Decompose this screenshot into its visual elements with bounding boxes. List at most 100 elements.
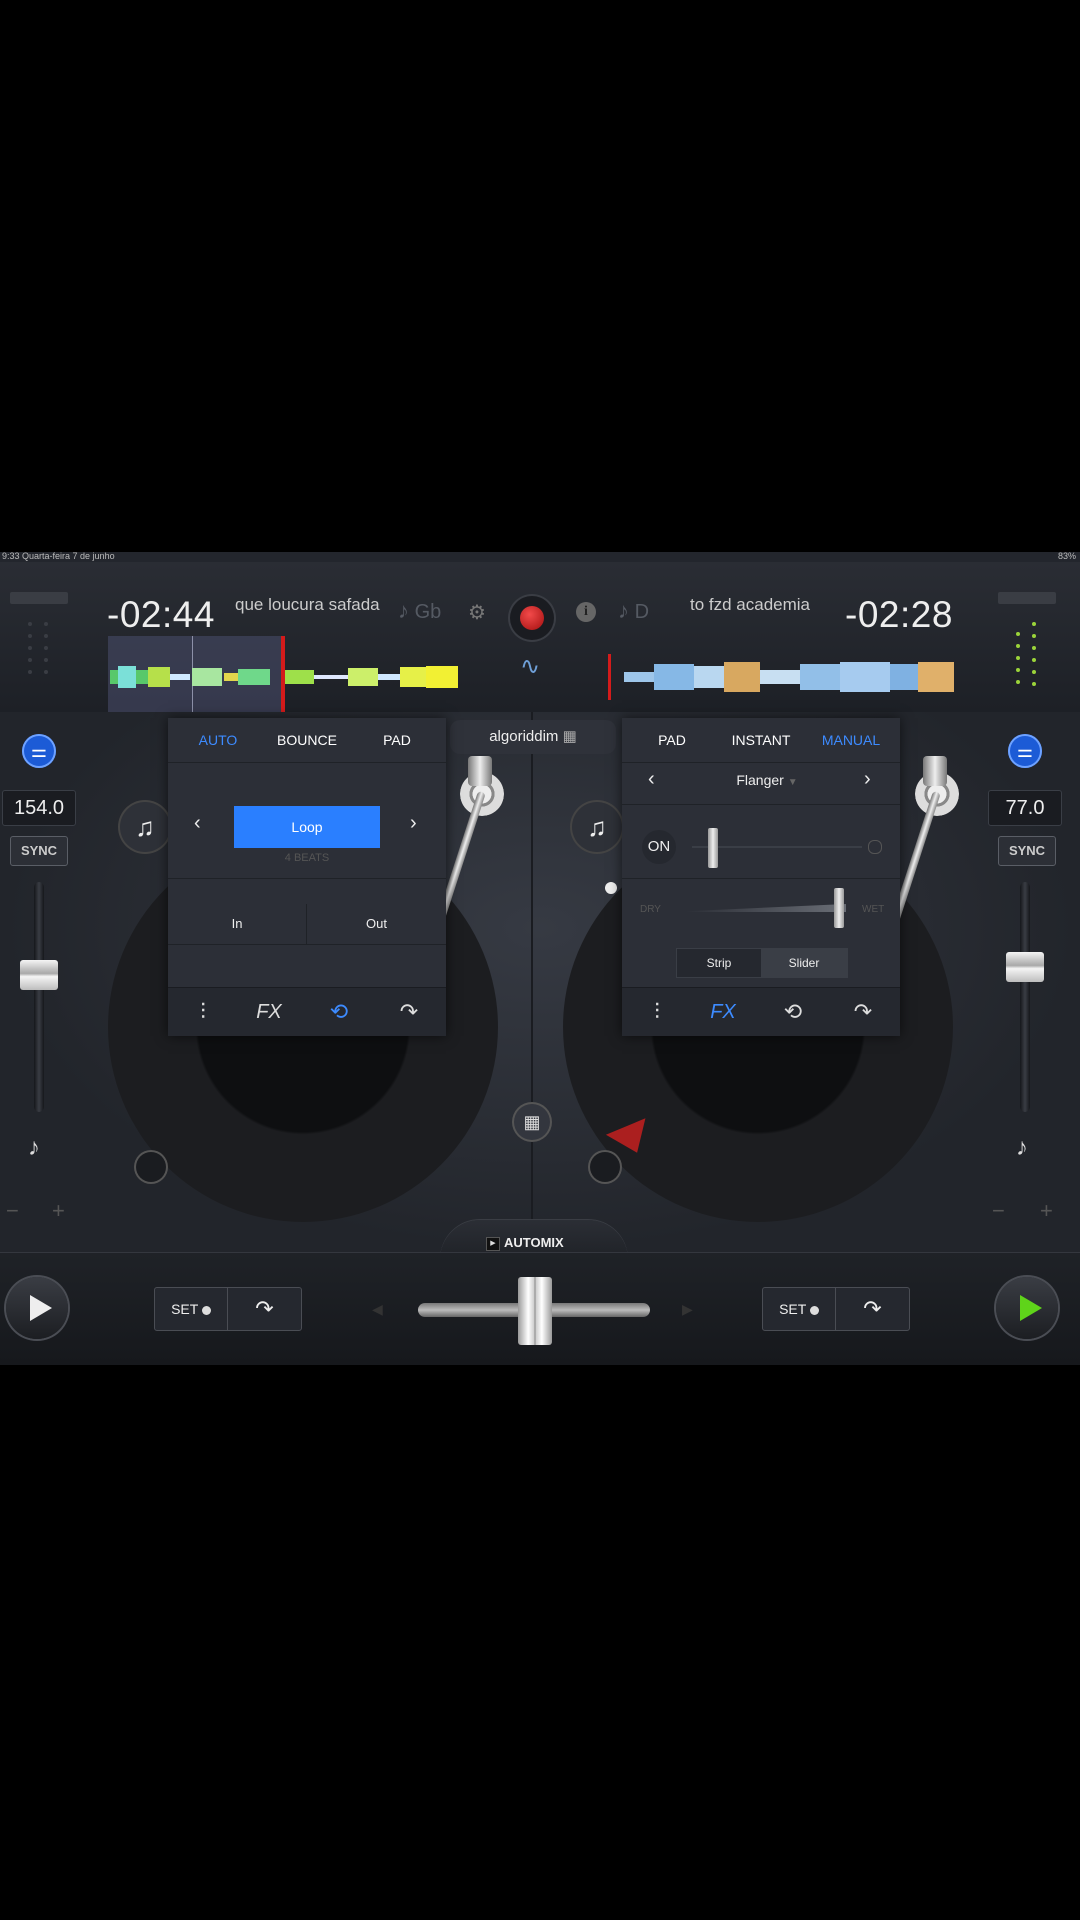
deck-b-add-music-icon[interactable]: ♫ xyxy=(572,802,622,852)
deck-a-tonearm-weight xyxy=(468,756,492,786)
chevron-down-icon: ▼ xyxy=(787,777,798,788)
tab-manual[interactable]: MANUAL xyxy=(806,718,896,762)
loop-tool-icon[interactable]: ⟲ xyxy=(758,988,828,1036)
deck-a-eq-icon[interactable]: ⚌ xyxy=(22,734,56,768)
deck-b-jump-cue-icon[interactable]: ↷ xyxy=(836,1288,909,1330)
fx-tool-button[interactable]: FX xyxy=(234,988,304,1036)
deck-b-set-cue-button[interactable]: SET xyxy=(763,1288,835,1330)
deck-b-waveform[interactable] xyxy=(606,644,956,700)
loop-beats-label: 4 BEATS xyxy=(284,852,330,864)
deck-b-panel-toolbar: ⫶ FX ⟲ ↷ xyxy=(622,987,900,1036)
automix-play-icon: ▶ xyxy=(486,1237,500,1251)
deck-b-eq-icon[interactable]: ⚌ xyxy=(1008,734,1042,768)
record-button[interactable] xyxy=(510,596,554,640)
deck-a-panel-toolbar: ⫶ FX ⟲ ↷ xyxy=(168,987,446,1036)
crossfader-knob[interactable] xyxy=(518,1277,552,1345)
deck-a-pitch-track xyxy=(34,882,44,1112)
loop-button[interactable]: Loop xyxy=(234,806,380,848)
deck-a-menu-handle[interactable] xyxy=(10,592,68,604)
deck-b-pitch-slider[interactable] xyxy=(1006,952,1044,982)
deck-b-track-title[interactable]: to fzd academia xyxy=(690,595,810,615)
deck-a-keylock-icon[interactable]: ♪ xyxy=(28,1134,40,1162)
deck-a-add-music-icon[interactable]: ♫ xyxy=(120,802,170,852)
fx-next-icon[interactable]: › xyxy=(864,768,871,791)
tab-pad[interactable]: PAD xyxy=(352,718,442,762)
deck-b-tonearm-weight xyxy=(923,756,947,786)
deck-b-time-remaining: -02:28 xyxy=(845,594,953,635)
divider xyxy=(622,762,900,763)
deck-a-pitch-slider[interactable] xyxy=(20,960,58,990)
fx-tool-button[interactable]: FX xyxy=(688,988,758,1036)
skip-tool-icon[interactable]: ↷ xyxy=(374,988,444,1036)
automix-label: AUTOMIX xyxy=(504,1235,564,1250)
deck-b-pitch-track xyxy=(1020,882,1030,1112)
deck-b-pitch-plus-icon[interactable]: + xyxy=(1040,1198,1053,1224)
deck-b-keylock-icon[interactable]: ♪ xyxy=(1016,1134,1028,1162)
fx-wet-dry-ramp xyxy=(686,904,846,912)
divider xyxy=(622,878,900,879)
cue-dot-icon xyxy=(809,1305,819,1315)
deck-b-key: ♪ D xyxy=(618,598,650,623)
crossfader-left-arrow-icon[interactable]: ◀ xyxy=(372,1301,383,1318)
tab-instant[interactable]: INSTANT xyxy=(706,718,816,762)
crossfader-right-arrow-icon[interactable]: ▶ xyxy=(682,1301,693,1318)
deck-b-play-button[interactable] xyxy=(996,1277,1058,1339)
deck-a-key: ♪ Gb xyxy=(398,598,442,623)
deck-b-bpm[interactable]: 77.0 xyxy=(988,790,1062,826)
loop-tool-icon[interactable]: ⟲ xyxy=(304,988,374,1036)
djay-app: 9:33 Quarta-feira 7 de junho 83% -02:44 … xyxy=(0,552,1080,1365)
deck-b-menu-handle[interactable] xyxy=(998,592,1056,604)
mixer-tool-icon[interactable]: ⫶ xyxy=(168,988,238,1036)
deck-b-fx-panel: PAD INSTANT MANUAL ‹ Flanger ▼ › ON DRY … xyxy=(622,718,900,1036)
library-grid-icon[interactable]: ▦ xyxy=(514,1104,550,1140)
status-bar: 9:33 Quarta-feira 7 de junho 83% xyxy=(0,552,1080,562)
deck-a-waveform[interactable] xyxy=(108,636,460,718)
divider xyxy=(168,944,446,945)
deck-a-start-stop-knob[interactable] xyxy=(136,1152,166,1182)
deck-a-play-icon xyxy=(30,1295,52,1321)
transport-bar: SET ↷ ◀ ▶ SET ↷ xyxy=(0,1252,1080,1365)
deck-a-jump-cue-icon[interactable]: ↷ xyxy=(228,1288,301,1330)
deck-a-pitch-minus-icon[interactable]: − xyxy=(6,1198,19,1224)
deck-b-pitch-minus-icon[interactable]: − xyxy=(992,1198,1005,1224)
deck-a-set-cue-button[interactable]: SET xyxy=(155,1288,227,1330)
loop-in-button[interactable]: In xyxy=(168,904,306,944)
fx-mode-slider[interactable]: Slider xyxy=(761,949,847,977)
fx-on-button[interactable]: ON xyxy=(642,830,676,864)
deck-a-cue-controls: SET ↷ xyxy=(154,1287,302,1331)
fx-mode-strip[interactable]: Strip xyxy=(677,949,761,977)
waveform-toggle-icon[interactable]: ∿ xyxy=(520,652,540,681)
fx-wet-dry-slider[interactable] xyxy=(834,888,844,928)
deck-a-key-icon: ♪ xyxy=(398,598,409,623)
brand-grid-icon: ▦ xyxy=(562,728,577,745)
loop-out-button[interactable]: Out xyxy=(307,904,446,944)
fx-prev-icon[interactable]: ‹ xyxy=(648,768,655,791)
status-time: 9:33 Quarta-feira 7 de junho xyxy=(2,552,115,561)
tab-bounce[interactable]: BOUNCE xyxy=(252,718,362,762)
fx-dry-label: DRY xyxy=(640,904,661,915)
fx-param-slider[interactable] xyxy=(708,828,718,868)
loop-next-icon[interactable]: › xyxy=(410,812,417,835)
deck-a-pitch-plus-icon[interactable]: + xyxy=(52,1198,65,1224)
deck-b-key-icon: ♪ xyxy=(618,598,629,623)
fx-param-reset-icon[interactable] xyxy=(868,840,882,854)
brand-logo: algoriddim ▦ xyxy=(450,720,616,754)
deck-a-loop-panel: AUTO BOUNCE PAD ‹ Loop › 4 BEATS In Out … xyxy=(168,718,446,1036)
deck-a-bpm[interactable]: 154.0 xyxy=(2,790,76,826)
record-icon xyxy=(520,606,544,630)
loop-prev-icon[interactable]: ‹ xyxy=(194,812,201,835)
top-bar: -02:44 que loucura safada ♪ Gb ⚙ i ♪ D t… xyxy=(0,562,1080,718)
fx-effect-select[interactable]: Flanger ▼ xyxy=(702,772,832,788)
settings-gear-icon[interactable]: ⚙ xyxy=(468,600,486,625)
deck-a-play-button[interactable] xyxy=(6,1277,68,1339)
deck-a-track-title[interactable]: que loucura safada xyxy=(235,595,380,615)
info-icon[interactable]: i xyxy=(576,602,596,622)
fx-mode-segmented: Strip Slider xyxy=(676,948,848,978)
skip-tool-icon[interactable]: ↷ xyxy=(828,988,898,1036)
divider xyxy=(168,762,446,763)
deck-b-start-stop-knob[interactable] xyxy=(590,1152,620,1182)
deck-a-sync-button[interactable]: SYNC xyxy=(10,836,68,866)
mixer-tool-icon[interactable]: ⫶ xyxy=(622,988,692,1036)
divider xyxy=(622,804,900,805)
deck-b-sync-button[interactable]: SYNC xyxy=(998,836,1056,866)
